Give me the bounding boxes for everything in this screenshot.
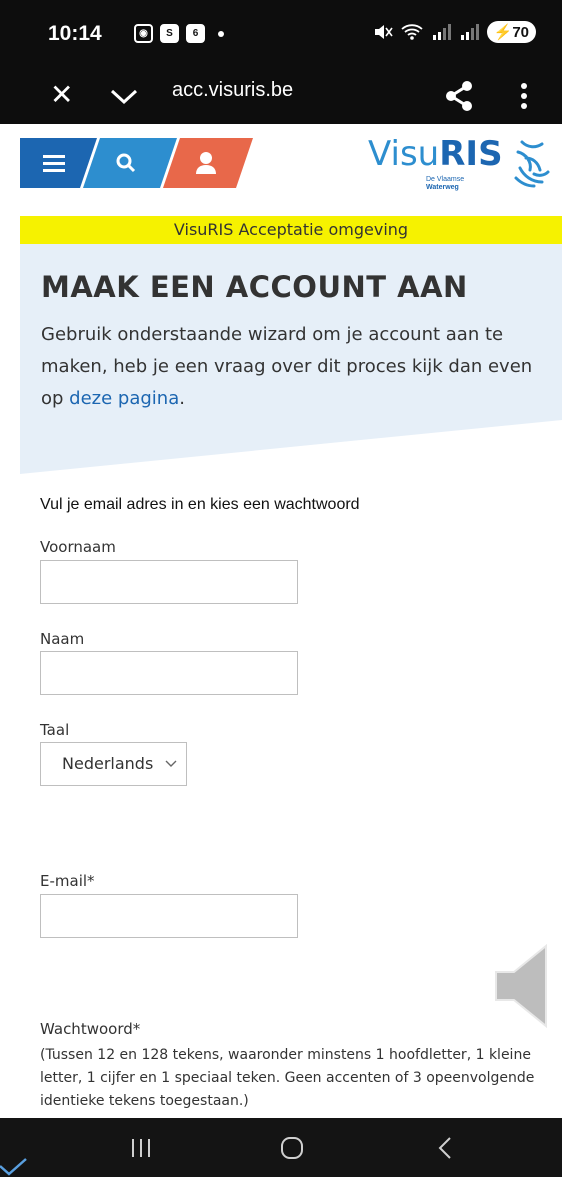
mute-icon [374, 25, 393, 39]
user-icon [196, 152, 216, 174]
logo-prefix: Visu [368, 134, 440, 174]
notification-dot-icon [218, 30, 224, 37]
search-icon [116, 153, 136, 173]
menu-button[interactable] [34, 138, 74, 188]
battery-indicator: ⚡70 [486, 21, 536, 43]
logo-wordmark: VisuRIS [368, 134, 503, 174]
back-icon[interactable] [436, 1135, 454, 1161]
signal-icon [432, 24, 451, 40]
hero-description: Gebruik onderstaande wizard om je accoun… [41, 319, 551, 415]
chevron-down-icon [165, 760, 177, 767]
logo-suffix: RIS [439, 134, 503, 174]
visuris-logo[interactable]: VisuRIS De Vlaamse Waterweg [368, 134, 503, 191]
speaker-icon[interactable] [490, 942, 550, 1030]
s-app-icon: S [160, 24, 179, 43]
form-intro: Vul je email adres in en kies een wachtw… [40, 496, 360, 513]
signal-icon [460, 24, 479, 40]
help-page-link[interactable]: deze pagina [69, 388, 179, 409]
status-system-icons: ⚡70 [373, 21, 536, 43]
battery-icon: ⚡ [493, 24, 513, 41]
name-field[interactable] [40, 651, 298, 695]
page-title: MAAK EEN ACCOUNT AAN [41, 270, 468, 304]
share-icon[interactable] [442, 76, 476, 116]
password-requirements: (Tussen 12 en 128 tekens, waaronder mins… [40, 1047, 535, 1109]
logo-sub-line-1: De Vlaamse [426, 176, 465, 183]
logo-sub-line-2: Waterweg [426, 184, 459, 191]
search-button[interactable] [106, 138, 146, 188]
url-bar[interactable]: acc.visuris.be [172, 79, 293, 102]
language-selected-value: Nederlands [62, 754, 154, 773]
status-bar: 10:14 ◉ S 6 ⚡70 [0, 0, 562, 70]
language-label: Taal [40, 721, 70, 739]
wifi-icon [401, 24, 423, 40]
status-notification-icons: ◉ S 6 [134, 24, 224, 43]
more-vert-icon[interactable] [516, 74, 532, 118]
language-select[interactable]: Nederlands [40, 742, 187, 786]
header-nav [20, 138, 260, 188]
account-button[interactable] [186, 138, 226, 188]
battery-level: 70 [512, 24, 529, 41]
screen-record-icon: ◉ [134, 24, 153, 43]
logo-subtitle: De Vlaamse Waterweg [426, 176, 464, 192]
status-time: 10:14 [48, 22, 102, 45]
name-label: Naam [40, 630, 85, 648]
menu-icon [43, 155, 65, 172]
site-header: VisuRIS De Vlaamse Waterweg [20, 124, 562, 206]
recent-apps-icon[interactable] [128, 1136, 154, 1160]
email-label: E-mail* [40, 872, 95, 890]
close-icon[interactable]: ✕ [50, 78, 73, 112]
password-label: Wachtwoord* [40, 1020, 141, 1038]
browser-toolbar: ✕ acc.visuris.be [0, 70, 562, 124]
firstname-label: Voornaam [40, 538, 116, 556]
calendar-icon: 6 [186, 24, 205, 43]
email-field[interactable] [40, 894, 298, 938]
home-icon[interactable] [280, 1136, 304, 1160]
chevron-down-icon[interactable] [108, 76, 140, 116]
hero-section: MAAK EEN ACCOUNT AAN Gebruik onderstaand… [20, 244, 562, 474]
flemish-lion-icon [514, 140, 550, 188]
firstname-field[interactable] [40, 560, 298, 604]
checkmark-icon [0, 1158, 27, 1176]
system-navigation-bar [0, 1118, 562, 1177]
environment-banner: VisuRIS Acceptatie omgeving [20, 216, 562, 244]
hero-text-end: . [179, 388, 185, 409]
calendar-badge: 6 [192, 28, 199, 39]
